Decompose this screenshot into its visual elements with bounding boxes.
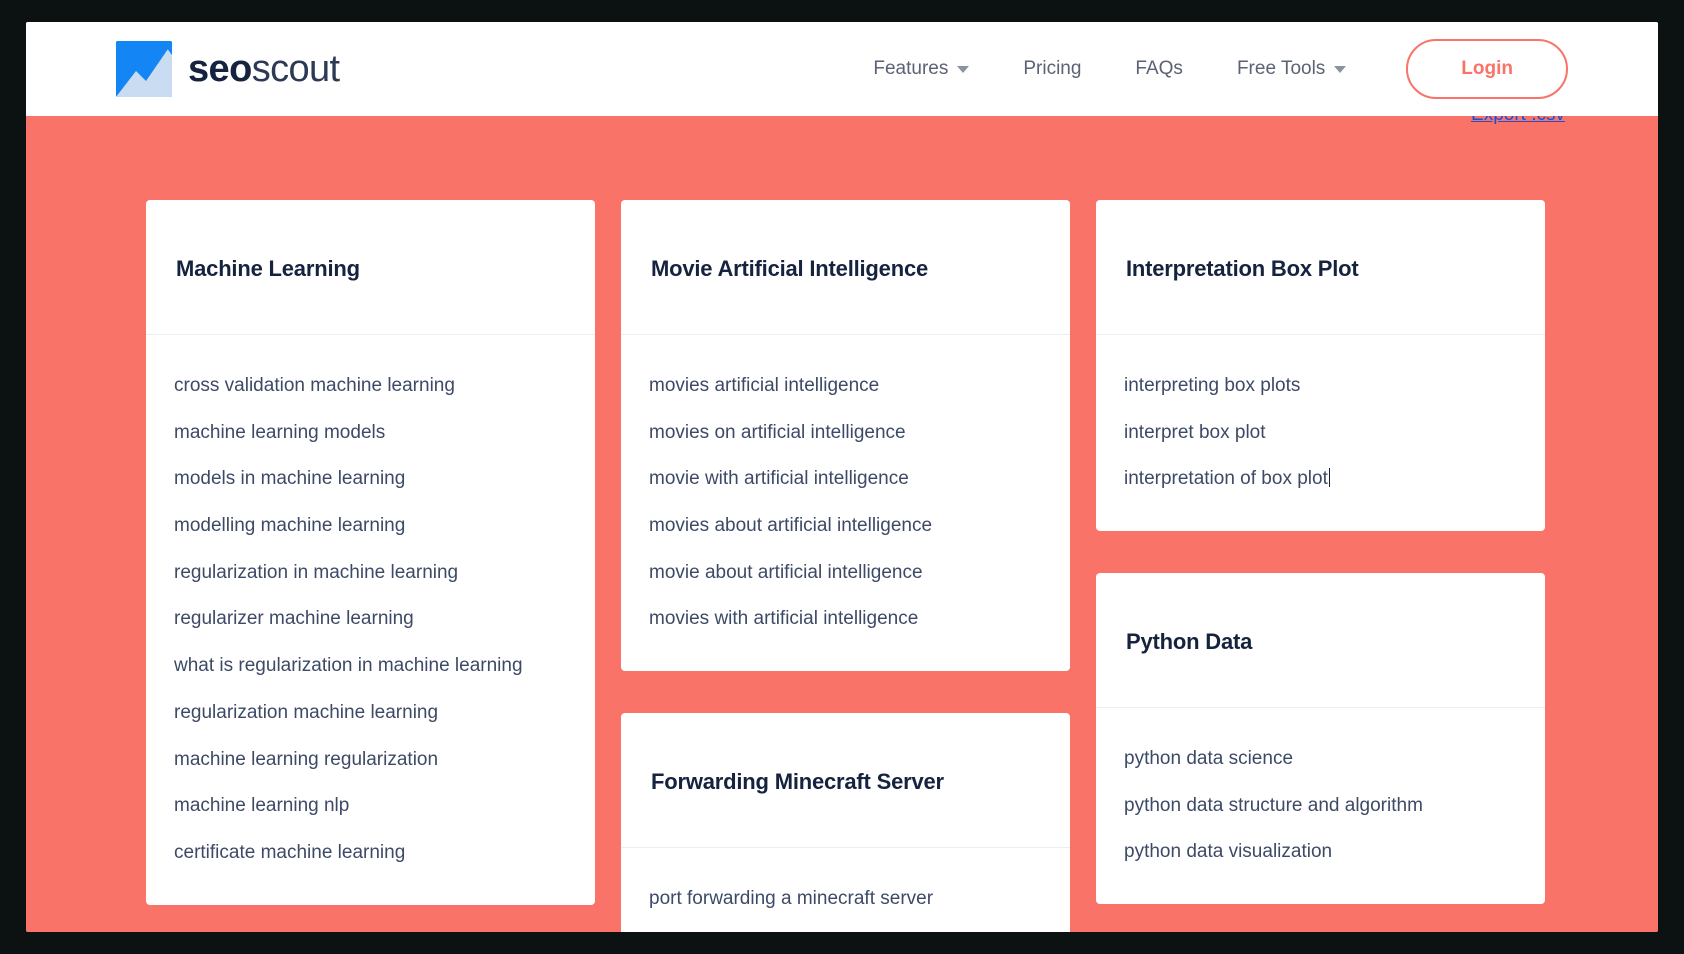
keyword-item[interactable]: modelling machine learning <box>146 503 595 550</box>
keyword-group-card: Interpretation Box Plot interpreting box … <box>1096 200 1545 531</box>
keyword-text: regularization in machine learning <box>174 562 458 583</box>
keyword-text: certificate machine learning <box>174 842 405 863</box>
main-nav: Features Pricing FAQs Free Tools Login <box>846 39 1568 99</box>
keyword-text: what is regularization in machine learni… <box>174 655 523 676</box>
keyword-item[interactable]: regularization in machine learning <box>146 550 595 597</box>
card-header: Python Data <box>1096 573 1545 708</box>
keyword-text: cross validation machine learning <box>174 375 455 396</box>
keyword-item[interactable]: python data structure and algorithm <box>1096 783 1545 830</box>
logo-text-bold: seo <box>188 48 252 90</box>
keyword-item[interactable]: movies on artificial intelligence <box>621 410 1070 457</box>
card-header: Movie Artificial Intelligence <box>621 200 1070 335</box>
keyword-item[interactable]: machine learning nlp <box>146 783 595 830</box>
keyword-item[interactable]: models in machine learning <box>146 456 595 503</box>
text-cursor-caret <box>1329 468 1330 487</box>
keyword-text: modelling machine learning <box>174 515 405 536</box>
nav-item-free-tools[interactable]: Free Tools <box>1210 58 1373 80</box>
keyword-text: movie about artificial intelligence <box>649 562 923 583</box>
keyword-text: interpret box plot <box>1124 422 1266 443</box>
keyword-text: movies on artificial intelligence <box>649 422 906 443</box>
nav-item-label: Free Tools <box>1237 58 1325 80</box>
keyword-text: machine learning nlp <box>174 795 349 816</box>
card-keyword-list: interpreting box plots interpret box plot… <box>1096 335 1545 531</box>
keyword-text: interpretation of box plot <box>1124 468 1328 489</box>
keyword-group-card: Python Datapython data sciencepython dat… <box>1096 573 1545 904</box>
card-title: Forwarding Minecraft Server <box>651 769 1040 795</box>
keyword-text: regularization machine learning <box>174 702 438 723</box>
keyword-text: movies with artificial intelligence <box>649 608 918 629</box>
card-keyword-list: cross validation machine learning machine… <box>146 335 595 905</box>
keyword-text: python data structure and algorithm <box>1124 795 1423 816</box>
keyword-item[interactable]: python data visualization <box>1096 829 1545 876</box>
keyword-text: machine learning models <box>174 422 385 443</box>
keyword-text: movies about artificial intelligence <box>649 515 932 536</box>
keyword-item[interactable]: regularization machine learning <box>146 690 595 737</box>
logo-wordmark: seoscout <box>188 50 340 88</box>
keyword-item[interactable]: machine learning models <box>146 410 595 457</box>
keyword-item[interactable]: movies about artificial intelligence <box>621 503 1070 550</box>
chevron-down-icon <box>1334 66 1346 73</box>
mountain-chart-icon <box>116 41 172 97</box>
keyword-item[interactable]: movies with artificial intelligence <box>621 596 1070 643</box>
card-keyword-list: python data science python data structure… <box>1096 708 1545 904</box>
site-header: seoscout Features Pricing FAQs Free Tools Lo… <box>26 22 1658 116</box>
keyword-item[interactable]: interpreting box plots <box>1096 363 1545 410</box>
keyword-item[interactable]: what is regularization in machine learni… <box>146 643 595 690</box>
keyword-item[interactable]: movies artificial intelligence <box>621 363 1070 410</box>
nav-item-label: Pricing <box>1023 58 1081 80</box>
card-keyword-list: movies artificial intelligence movies on … <box>621 335 1070 671</box>
keyword-item[interactable]: cross validation machine learning <box>146 363 595 410</box>
keyword-column-1: Machine Learning cross validation machine… <box>146 200 595 905</box>
keyword-column-2: Movie Artificial Intelligence movies arti… <box>621 200 1070 932</box>
card-title: Interpretation Box Plot <box>1126 256 1515 282</box>
keyword-text: regularizer machine learning <box>174 608 414 629</box>
keyword-item[interactable]: regularizer machine learning <box>146 596 595 643</box>
keyword-item[interactable]: interpret box plot <box>1096 410 1545 457</box>
keyword-text: movie with artificial intelligence <box>649 468 909 489</box>
nav-item-pricing[interactable]: Pricing <box>996 58 1108 80</box>
card-title: Machine Learning <box>176 256 565 282</box>
nav-item-features[interactable]: Features <box>846 58 996 80</box>
card-title: Python Data <box>1126 629 1515 655</box>
browser-window: Export .csv Machine Learningcross valida… <box>0 0 1684 954</box>
logo-text-light: scout <box>252 48 340 90</box>
keyword-item[interactable]: machine learning regularization <box>146 737 595 784</box>
nav-item-faqs[interactable]: FAQs <box>1108 58 1210 80</box>
keyword-group-card: Machine Learning cross validation machine… <box>146 200 595 905</box>
keyword-item[interactable]: certificate machine learning <box>146 830 595 877</box>
page-viewport: Export .csv Machine Learningcross valida… <box>26 22 1658 932</box>
keyword-text: port forwarding a minecraft server <box>649 888 933 909</box>
keyword-column-3: Interpretation Box Plot interpreting box … <box>1096 200 1545 904</box>
keyword-text: models in machine learning <box>174 468 405 489</box>
nav-item-label: Features <box>873 58 948 80</box>
keyword-text: movies artificial intelligence <box>649 375 879 396</box>
keyword-text: python data visualization <box>1124 841 1332 862</box>
keyword-item[interactable]: port forwarding a minecraft server <box>621 876 1070 923</box>
keyword-text: python data science <box>1124 748 1293 769</box>
card-header: Machine Learning <box>146 200 595 335</box>
keyword-item[interactable]: movie about artificial intelligence <box>621 550 1070 597</box>
keyword-group-card: Movie Artificial Intelligence movies arti… <box>621 200 1070 671</box>
keyword-text: interpreting box plots <box>1124 375 1300 396</box>
card-keyword-list: port forwarding a minecraft server <box>621 848 1070 932</box>
card-title: Movie Artificial Intelligence <box>651 256 1040 282</box>
logo[interactable]: seoscout <box>116 41 340 97</box>
keyword-group-card: Forwarding Minecraft Server port forwardi… <box>621 713 1070 932</box>
login-button[interactable]: Login <box>1406 39 1568 99</box>
page-content: Export .csv Machine Learningcross valida… <box>26 22 1658 932</box>
keyword-group-columns: Machine Learning cross validation machine… <box>146 200 1546 932</box>
keyword-item[interactable]: interpretation of box plot <box>1096 456 1545 503</box>
nav-item-label: FAQs <box>1135 58 1183 80</box>
keyword-text: machine learning regularization <box>174 749 438 770</box>
keyword-item[interactable]: movie with artificial intelligence <box>621 456 1070 503</box>
card-header: Interpretation Box Plot <box>1096 200 1545 335</box>
card-header: Forwarding Minecraft Server <box>621 713 1070 848</box>
chevron-down-icon <box>957 66 969 73</box>
keyword-item[interactable]: python data science <box>1096 736 1545 783</box>
